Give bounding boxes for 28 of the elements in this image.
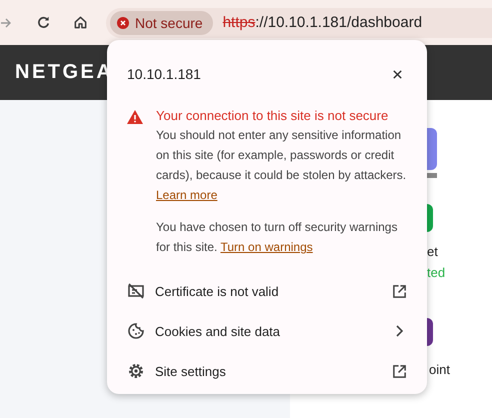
- home-icon[interactable]: [73, 15, 88, 30]
- address-bar[interactable]: Not secure https://10.10.1.181/dashboard: [106, 8, 492, 38]
- menu-item[interactable]: Certificate is not valid: [107, 271, 427, 311]
- warning-text: You should not enter any sensitive information on this site (for example, passwords or credit cards), because it could be stolen by attackers. Learn more: [156, 127, 407, 204]
- security-chip[interactable]: Not secure: [110, 10, 213, 34]
- popup-title: 10.10.1.181: [127, 66, 201, 82]
- tile-label: oint: [429, 362, 450, 377]
- logo-text: NETGEA: [15, 61, 114, 84]
- turn-on-warnings-link[interactable]: Turn on warnings: [220, 240, 313, 254]
- warning-title: Your connection to this site is not secure: [156, 108, 390, 123]
- external-link-icon: [392, 284, 407, 298]
- chevron-right-icon: [395, 325, 403, 337]
- tile-label: et: [427, 244, 438, 259]
- tile-underline: [427, 173, 437, 178]
- close-icon[interactable]: [392, 68, 403, 80]
- reload-icon[interactable]: [36, 15, 51, 30]
- certificate-crossed-icon: [127, 282, 145, 300]
- warning-icon: [127, 110, 143, 124]
- external-link-icon: [392, 364, 407, 378]
- learn-more-link[interactable]: Learn more: [156, 188, 218, 202]
- cookie-icon: [127, 322, 145, 340]
- tile-status: ted: [427, 265, 446, 280]
- menu-item[interactable]: Site settings: [107, 351, 427, 391]
- error-icon: [117, 16, 129, 28]
- url-text: https://10.10.1.181/dashboard: [222, 14, 422, 31]
- menu-item[interactable]: Cookies and site data: [107, 311, 427, 351]
- settings-icon: [127, 362, 145, 380]
- warning-note: You have chosen to turn off security warnings for this site. Turn on warnings: [156, 219, 398, 256]
